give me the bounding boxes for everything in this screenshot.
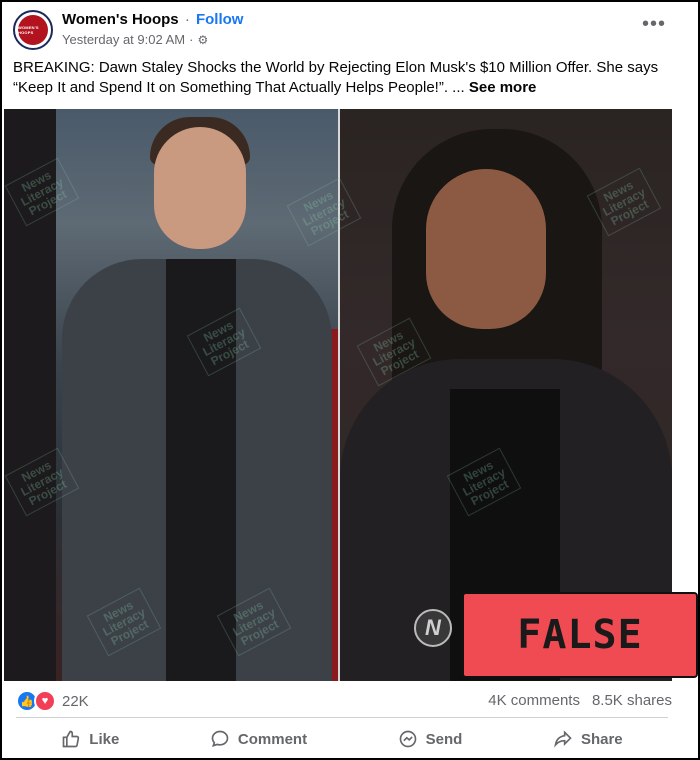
- see-more-link[interactable]: See more: [469, 79, 537, 96]
- share-arrow-icon: [554, 730, 572, 748]
- more-options-icon[interactable]: •••: [642, 14, 666, 34]
- meta-separator: ·: [189, 32, 194, 47]
- page-avatar[interactable]: WOMEN'S HOOPS: [13, 10, 53, 50]
- page-name-link[interactable]: Women's Hoops: [62, 11, 179, 28]
- reaction-summary[interactable]: 👍 ♥ 22K: [16, 690, 89, 712]
- send-button[interactable]: Send: [398, 729, 463, 749]
- false-rating-badge: FALSE: [462, 592, 698, 678]
- woman-face-shape: [426, 169, 546, 329]
- like-label: Like: [89, 730, 120, 748]
- man-face-shape: [154, 127, 246, 249]
- caption-line-1: BREAKING: Dawn Staley Shocks the World b…: [13, 59, 659, 76]
- reaction-count: 22K: [62, 692, 89, 710]
- love-reaction-icon: ♥: [34, 690, 56, 712]
- action-divider: [16, 717, 668, 718]
- engagement-stats: 4K comments 8.5K shares: [488, 692, 672, 709]
- post-meta: Yesterday at 9:02 AM · ⚙: [62, 32, 208, 47]
- post-timestamp[interactable]: Yesterday at 9:02 AM: [62, 32, 185, 47]
- separator-dot: ·: [184, 11, 190, 28]
- send-label: Send: [425, 730, 463, 748]
- comment-bubble-icon: [211, 730, 229, 747]
- left-photo: [56, 109, 338, 681]
- post-header-title: Women's Hoops · Follow: [62, 11, 243, 28]
- share-label: Share: [580, 730, 623, 748]
- share-count-link[interactable]: 8.5K shares: [592, 692, 672, 709]
- share-button[interactable]: Share: [553, 729, 623, 749]
- comment-label: Comment: [237, 730, 308, 748]
- avatar-text: WOMEN'S HOOPS: [18, 25, 39, 35]
- comment-count-link[interactable]: 4K comments: [488, 692, 580, 709]
- n-logo-icon: N: [414, 609, 452, 647]
- settings-gear-icon: ⚙: [197, 32, 209, 47]
- post-actions-bar: Like Comment Send Share: [16, 724, 668, 754]
- follow-button[interactable]: Follow: [196, 11, 244, 28]
- facebook-post-card: WOMEN'S HOOPS Women's Hoops · Follow Yes…: [0, 0, 700, 760]
- caption-line-2-text: “Keep It and Spend It on Something That …: [13, 79, 465, 96]
- like-button[interactable]: Like: [61, 729, 119, 749]
- comment-button[interactable]: Comment: [210, 729, 307, 749]
- post-caption: BREAKING: Dawn Staley Shocks the World b…: [13, 58, 673, 98]
- caption-line-2: “Keep It and Spend It on Something That …: [13, 78, 673, 98]
- thumbs-up-icon: [62, 730, 80, 748]
- false-label: FALSE: [517, 612, 643, 658]
- messenger-send-icon: [399, 730, 417, 748]
- avatar-logo: WOMEN'S HOOPS: [18, 15, 48, 45]
